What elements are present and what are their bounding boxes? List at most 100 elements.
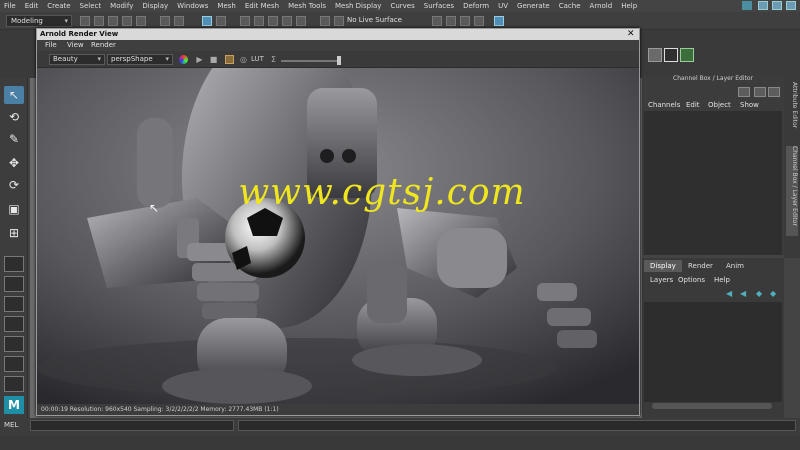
- shelf-uv-icon[interactable]: [680, 48, 694, 62]
- channel-box-menu-channels[interactable]: Channels: [648, 101, 680, 109]
- layout-uv-icon[interactable]: [4, 376, 24, 392]
- mel-label[interactable]: MEL: [4, 421, 18, 429]
- layer-scrollbar[interactable]: [652, 403, 772, 409]
- menu-mesh-tools[interactable]: Mesh Tools: [288, 2, 326, 10]
- menu-mesh[interactable]: Mesh: [217, 2, 235, 10]
- render-icon[interactable]: [432, 16, 442, 26]
- layout-hypershade-icon[interactable]: [4, 356, 24, 372]
- shelf-mesh-icon[interactable]: [648, 48, 662, 62]
- menu-edit[interactable]: Edit: [25, 2, 39, 10]
- history-icon[interactable]: [320, 16, 330, 26]
- rotate-tool-icon[interactable]: ⟳: [4, 176, 24, 194]
- last-tool-icon[interactable]: ⊞: [4, 224, 24, 242]
- shelf-checker-icon[interactable]: [664, 48, 678, 62]
- channel-box-menu-object[interactable]: Object: [708, 101, 731, 109]
- layout-two-pane-icon[interactable]: [4, 296, 24, 312]
- tab-attribute-editor[interactable]: Attribute Editor: [786, 82, 798, 142]
- save-scene-icon[interactable]: [108, 16, 118, 26]
- layer-menu-help[interactable]: Help: [714, 276, 730, 284]
- exposure-icon[interactable]: Σ: [269, 55, 278, 64]
- play-icon[interactable]: ▶: [195, 55, 204, 64]
- new-layer-selected-icon[interactable]: ◆: [770, 290, 780, 298]
- hypershade-icon[interactable]: [474, 16, 484, 26]
- tab-render[interactable]: Render: [682, 260, 719, 272]
- channel-box-body[interactable]: [644, 111, 782, 255]
- move-tool-icon[interactable]: ✥: [4, 154, 24, 172]
- menu-arnold[interactable]: Arnold: [590, 2, 613, 10]
- menu-windows[interactable]: Windows: [177, 2, 208, 10]
- camera-dropdown[interactable]: perspShape: [107, 54, 173, 65]
- channel-box-menu-edit[interactable]: Edit: [686, 101, 700, 109]
- layer-list[interactable]: [644, 302, 782, 402]
- menu-cache[interactable]: Cache: [559, 2, 581, 10]
- open-scene-icon[interactable]: [94, 16, 104, 26]
- snapshot-icon[interactable]: ◎: [239, 55, 248, 64]
- redo-icon[interactable]: [136, 16, 146, 26]
- menu-help[interactable]: Help: [621, 2, 637, 10]
- scale-tool-icon[interactable]: ▣: [4, 200, 24, 218]
- move-layer-down-icon[interactable]: ◀: [740, 290, 750, 298]
- menu-display[interactable]: Display: [142, 2, 168, 10]
- layout-four-pane-icon[interactable]: [4, 276, 24, 292]
- snap-point-icon[interactable]: [268, 16, 278, 26]
- render-settings-icon[interactable]: [460, 16, 470, 26]
- aov-dropdown[interactable]: Beauty: [49, 54, 105, 65]
- tab-display[interactable]: Display: [644, 260, 682, 272]
- mel-input[interactable]: [30, 420, 234, 431]
- lock-selection-icon[interactable]: [216, 16, 226, 26]
- exposure-slider[interactable]: [281, 60, 341, 62]
- layout-four-icon[interactable]: [772, 1, 782, 10]
- menu-uv[interactable]: UV: [498, 2, 508, 10]
- menu-edit-mesh[interactable]: Edit Mesh: [245, 2, 279, 10]
- new-layer-icon[interactable]: ◆: [756, 290, 766, 298]
- select-tool-icon[interactable]: ↖: [4, 86, 24, 104]
- tab-anim[interactable]: Anim: [720, 260, 750, 272]
- close-icon[interactable]: ✕: [627, 30, 636, 39]
- arnold-render-view-icon[interactable]: [494, 16, 504, 26]
- channel-layer-icon[interactable]: [768, 87, 780, 97]
- exposure-slider-handle[interactable]: [337, 56, 341, 65]
- menu-curves[interactable]: Curves: [390, 2, 414, 10]
- move-layer-up-icon[interactable]: ◀: [726, 290, 736, 298]
- ipr-render-icon[interactable]: [446, 16, 456, 26]
- layout-graph-icon[interactable]: [4, 336, 24, 352]
- render-view-menu-file[interactable]: File: [45, 41, 57, 49]
- channel-box-menu-show[interactable]: Show: [740, 101, 759, 109]
- snap-curve-icon[interactable]: [254, 16, 264, 26]
- menu-mesh-display[interactable]: Mesh Display: [335, 2, 381, 10]
- render-view-title[interactable]: Arnold Render View: [37, 29, 639, 40]
- tab-channel-box-layer-editor[interactable]: Channel Box / Layer Editor: [786, 146, 798, 236]
- layout-single-pane-icon[interactable]: [4, 256, 24, 272]
- menu-deform[interactable]: Deform: [463, 2, 489, 10]
- select-object-icon[interactable]: [174, 16, 184, 26]
- select-by-component-icon[interactable]: [202, 16, 212, 26]
- snap-live-icon[interactable]: [296, 16, 306, 26]
- render-view-menu-render[interactable]: Render: [91, 41, 116, 49]
- snap-grid-icon[interactable]: [240, 16, 250, 26]
- menu-generate[interactable]: Generate: [517, 2, 550, 10]
- lasso-tool-icon[interactable]: ⟲: [4, 108, 24, 126]
- layer-editor-icon[interactable]: [754, 87, 766, 97]
- color-channels-icon[interactable]: [179, 55, 188, 64]
- menu-create[interactable]: Create: [47, 2, 70, 10]
- new-scene-icon[interactable]: [80, 16, 90, 26]
- layout-outliner-icon[interactable]: [4, 316, 24, 332]
- menu-file[interactable]: File: [4, 2, 16, 10]
- workspace-icon[interactable]: [742, 1, 752, 10]
- layer-menu-options[interactable]: Options: [678, 276, 705, 284]
- layer-menu-layers[interactable]: Layers: [650, 276, 673, 284]
- undo-icon[interactable]: [122, 16, 132, 26]
- snap-view-plane-icon[interactable]: [282, 16, 292, 26]
- render-view-menu-view[interactable]: View: [67, 41, 84, 49]
- menu-select[interactable]: Select: [80, 2, 102, 10]
- stop-icon[interactable]: ■: [209, 55, 218, 64]
- live-surface-icon[interactable]: [334, 16, 344, 26]
- menu-surfaces[interactable]: Surfaces: [424, 2, 454, 10]
- mode-dropdown[interactable]: Modeling: [6, 15, 72, 27]
- layout-split-icon[interactable]: [786, 1, 796, 10]
- layout-single-icon[interactable]: [758, 1, 768, 10]
- paint-select-icon[interactable]: ✎: [4, 130, 24, 148]
- select-hierarchy-icon[interactable]: [160, 16, 170, 26]
- menu-modify[interactable]: Modify: [110, 2, 133, 10]
- region-icon[interactable]: [225, 55, 234, 64]
